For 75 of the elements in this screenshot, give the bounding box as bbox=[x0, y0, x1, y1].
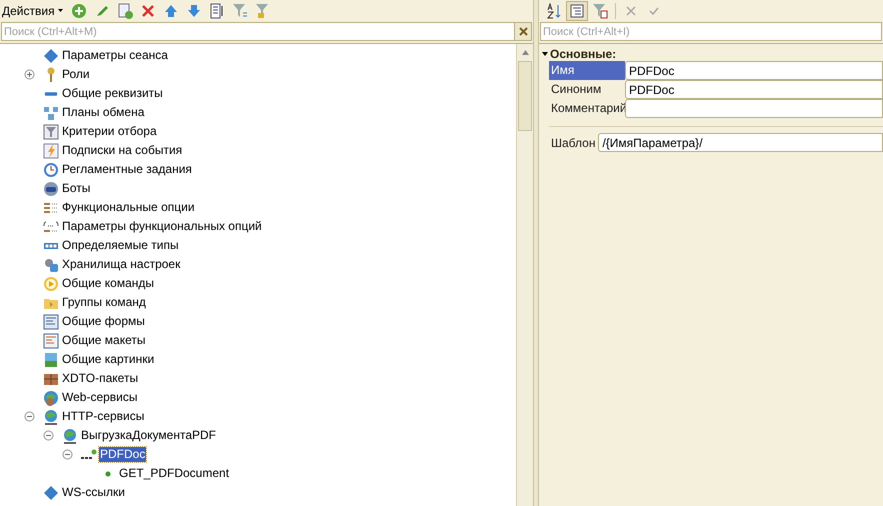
filter-icon bbox=[254, 2, 271, 18]
tree-item[interactable]: WS-ссылки bbox=[61, 485, 126, 500]
tree-item[interactable]: HTTP-сервисы bbox=[61, 409, 146, 424]
field-label: Синоним bbox=[550, 81, 602, 98]
dot-icon bbox=[105, 470, 111, 476]
section-title: Основные: bbox=[550, 46, 616, 63]
scrollbar-thumb[interactable] bbox=[518, 61, 532, 131]
tree-item[interactable]: XDTO-пакеты bbox=[61, 371, 140, 386]
tree-item[interactable]: Общие макеты bbox=[61, 333, 146, 348]
filter-icon bbox=[592, 2, 608, 18]
tree-item[interactable]: Подписки на события bbox=[61, 143, 184, 158]
tree-item[interactable]: Хранилища настроек bbox=[61, 257, 182, 272]
tree-item[interactable]: Боты bbox=[61, 181, 92, 196]
caret-icon bbox=[58, 9, 63, 12]
pencil-icon bbox=[94, 4, 109, 18]
text-field[interactable]: PDFDoc bbox=[625, 61, 883, 80]
plus-icon bbox=[70, 2, 87, 18]
tree-item[interactable]: Группы команд bbox=[61, 295, 147, 310]
hierarchy-button[interactable] bbox=[566, 0, 588, 20]
network-icon bbox=[43, 104, 59, 120]
template-icon bbox=[43, 332, 59, 348]
play-icon bbox=[43, 276, 59, 292]
field-label: Комментарий bbox=[550, 100, 625, 117]
tree-item[interactable]: Роли bbox=[61, 67, 91, 82]
scrollbar[interactable] bbox=[516, 44, 533, 506]
tree-item[interactable]: Регламентные задания bbox=[61, 162, 193, 177]
text-field[interactable]: PDFDoc bbox=[625, 80, 883, 99]
form-icon bbox=[43, 314, 59, 330]
tree-item[interactable]: GET_PDFDocument bbox=[118, 466, 230, 481]
tree-item[interactable]: Определяемые типы bbox=[61, 238, 180, 253]
text-field[interactable] bbox=[625, 99, 883, 118]
globe-icon bbox=[43, 390, 59, 406]
expand-icon[interactable] bbox=[24, 69, 35, 80]
tree-item[interactable]: Общие реквизиты bbox=[61, 86, 164, 101]
list-icon bbox=[210, 2, 224, 18]
tree-item[interactable]: Общие формы bbox=[61, 314, 146, 329]
tree-item[interactable]: Общие команды bbox=[61, 276, 156, 291]
diamond-icon bbox=[43, 48, 59, 64]
clear-search-button[interactable] bbox=[515, 22, 532, 41]
close-icon bbox=[626, 6, 636, 16]
clock-icon bbox=[43, 162, 59, 178]
filter-icon bbox=[43, 124, 59, 140]
sort-icon bbox=[547, 2, 561, 18]
tree-item[interactable]: Web-сервисы bbox=[61, 390, 139, 405]
check-icon bbox=[649, 6, 659, 14]
image-icon bbox=[43, 352, 59, 368]
tree-item[interactable]: ВыгрузкаДокументаPDF bbox=[80, 428, 218, 443]
tree-item[interactable]: PDFDoc bbox=[99, 447, 146, 462]
tree-item[interactable]: Критерии отбора bbox=[61, 124, 158, 139]
search-field[interactable]: Поиск (Ctrl+Alt+M) bbox=[1, 22, 515, 41]
close-icon bbox=[142, 4, 154, 16]
hierarchy-icon bbox=[570, 4, 584, 18]
tree-item[interactable]: Функциональные опции bbox=[61, 200, 196, 215]
close-icon bbox=[518, 27, 528, 36]
document-plus-icon bbox=[116, 2, 133, 18]
arrow-up-icon bbox=[522, 50, 528, 55]
options-param-icon bbox=[43, 218, 59, 234]
tree-item[interactable]: Параметры функциональных опций bbox=[61, 219, 263, 234]
tree-item[interactable]: Общие картинки bbox=[61, 352, 156, 367]
filter-icon bbox=[232, 2, 248, 18]
globe-icon bbox=[43, 408, 59, 424]
arrow-up-icon bbox=[164, 4, 178, 18]
field-label: Имя bbox=[549, 61, 625, 80]
diamond-icon bbox=[43, 484, 59, 500]
globe-icon bbox=[62, 428, 78, 444]
text-field[interactable]: /{ИмяПараметра}/ bbox=[598, 133, 883, 152]
tree-item[interactable]: Параметры сеанса bbox=[61, 48, 169, 63]
actions-menu[interactable]: Действия bbox=[2, 2, 67, 20]
tree-item[interactable]: Планы обмена bbox=[61, 105, 146, 120]
arrow-down-icon bbox=[186, 4, 201, 18]
bar-icon bbox=[44, 92, 58, 96]
field-label: Шаблон bbox=[550, 134, 596, 152]
lightning-icon bbox=[43, 142, 59, 158]
search-field[interactable]: Поиск (Ctrl+Alt+I) bbox=[540, 22, 882, 41]
collapse-icon[interactable] bbox=[542, 51, 548, 57]
